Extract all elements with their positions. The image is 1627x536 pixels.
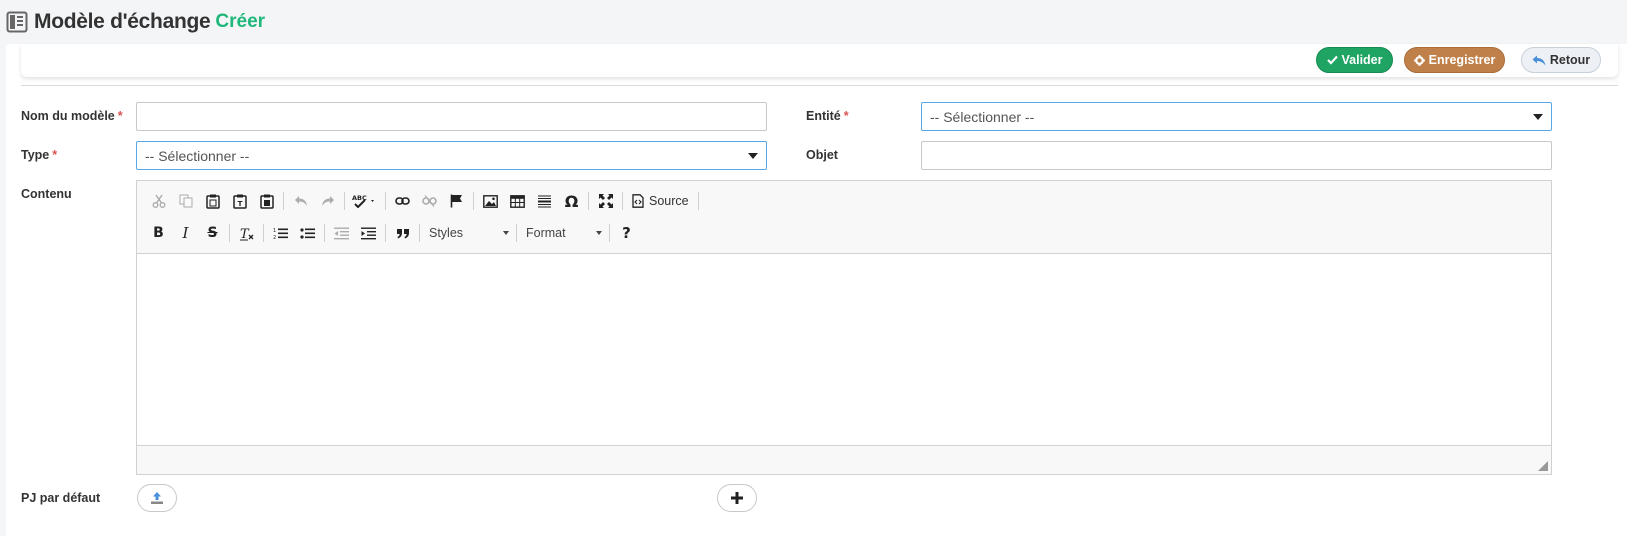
page-title: Modèle d'échange	[34, 10, 211, 33]
spellcheck-icon[interactable]: ABC	[348, 189, 382, 213]
action-toolbar: Valider Enregistrer Retour	[21, 44, 1618, 77]
styles-label: Styles	[429, 226, 464, 240]
entite-select[interactable]: -- Sélectionner --	[921, 102, 1552, 131]
toolbar-separator	[588, 192, 589, 210]
enregistrer-label: Enregistrer	[1428, 53, 1496, 67]
styles-combo[interactable]: Styles	[423, 222, 513, 244]
image-icon[interactable]	[477, 189, 504, 213]
link-icon[interactable]	[389, 189, 416, 213]
strikethrough-icon[interactable]: S	[199, 221, 226, 245]
objet-label: Objet	[806, 148, 838, 162]
check-icon	[1326, 55, 1338, 65]
toolbar-separator	[385, 224, 386, 242]
contenu-label: Contenu	[21, 187, 72, 201]
source-doc-icon	[632, 194, 644, 208]
chevron-down-icon	[503, 231, 509, 235]
add-attachment-button[interactable]	[717, 484, 757, 512]
form-card: Valider Enregistrer Retour Nom du modèle…	[6, 44, 1627, 536]
toolbar-separator	[263, 224, 264, 242]
document-list-icon	[6, 11, 28, 33]
gear-icon	[1413, 54, 1425, 66]
numbered-list-icon[interactable]: 12	[267, 221, 294, 245]
toolbar-separator	[473, 192, 474, 210]
enregistrer-button[interactable]: Enregistrer	[1404, 47, 1505, 73]
toolbar-separator	[385, 192, 386, 210]
toolbar-separator	[622, 192, 623, 210]
page-header: Modèle d'échange Créer	[0, 0, 1627, 44]
redo-icon[interactable]	[314, 189, 341, 213]
bulleted-list-icon[interactable]	[294, 221, 321, 245]
editor-content-area[interactable]	[137, 253, 1551, 446]
indent-icon[interactable]	[355, 221, 382, 245]
type-select[interactable]: -- Sélectionner --	[136, 141, 767, 170]
divider	[21, 85, 1618, 86]
source-button[interactable]: Source	[626, 189, 695, 213]
editor-toolbar-row-2: B I S T 12 Styles Format ?	[145, 220, 640, 246]
svg-text:1: 1	[273, 228, 276, 234]
valider-button[interactable]: Valider	[1316, 47, 1393, 73]
table-icon[interactable]	[504, 189, 531, 213]
maximize-icon[interactable]	[592, 189, 619, 213]
bold-icon[interactable]: B	[145, 221, 172, 245]
valider-label: Valider	[1341, 53, 1383, 67]
toolbar-separator	[516, 224, 517, 242]
cut-icon[interactable]	[145, 189, 172, 213]
svg-text:2: 2	[273, 235, 276, 240]
entite-select-value: -- Sélectionner --	[930, 108, 1035, 125]
toolbar-separator	[324, 224, 325, 242]
blockquote-icon[interactable]	[389, 221, 416, 245]
toolbar-separator	[419, 224, 420, 242]
unlink-icon[interactable]	[416, 189, 443, 213]
upload-icon	[151, 492, 163, 504]
format-label: Format	[526, 226, 566, 240]
chevron-down-icon	[748, 153, 758, 159]
resize-grip-icon[interactable]	[1538, 461, 1548, 471]
paste-word-icon[interactable]	[253, 189, 280, 213]
toolbar-separator	[609, 224, 610, 242]
toolbar-separator	[283, 192, 284, 210]
italic-icon[interactable]: I	[172, 221, 199, 245]
retour-label: Retour	[1549, 53, 1591, 67]
horizontal-rule-icon[interactable]	[531, 189, 558, 213]
objet-input[interactable]	[921, 141, 1552, 170]
reply-arrow-icon	[1532, 55, 1546, 65]
paste-icon[interactable]	[199, 189, 226, 213]
anchor-flag-icon[interactable]	[443, 189, 470, 213]
toolbar-separator	[697, 192, 699, 210]
paste-text-icon[interactable]: T	[226, 189, 253, 213]
remove-format-icon[interactable]: T	[233, 221, 260, 245]
undo-icon[interactable]	[287, 189, 314, 213]
toolbar-separator	[344, 192, 345, 210]
editor-toolbar-row-1: T ABC Ω Source	[145, 188, 702, 214]
source-label: Source	[649, 194, 689, 208]
page-subtitle: Créer	[215, 11, 266, 32]
pj-label: PJ par défaut	[21, 491, 101, 505]
rich-text-editor: T ABC Ω Source B I S T 1 2 Styles Format…	[136, 180, 1552, 475]
toolbar-separator	[229, 224, 230, 242]
type-select-value: -- Sélectionner --	[145, 147, 250, 164]
plus-icon	[731, 492, 743, 504]
type-label: Type *	[21, 148, 58, 162]
outdent-icon[interactable]	[328, 221, 355, 245]
format-combo[interactable]: Format	[520, 222, 606, 244]
copy-icon[interactable]	[172, 189, 199, 213]
upload-button[interactable]	[137, 484, 177, 512]
svg-text:T: T	[240, 227, 250, 241]
retour-button[interactable]: Retour	[1521, 47, 1601, 73]
chevron-down-icon	[1533, 114, 1543, 120]
special-char-omega-icon[interactable]: Ω	[558, 189, 585, 213]
nom-label: Nom du modèle *	[21, 109, 123, 123]
svg-text:T: T	[237, 200, 242, 208]
nom-input[interactable]	[136, 102, 767, 131]
chevron-down-icon	[596, 231, 602, 235]
entite-label: Entité *	[806, 109, 849, 123]
help-icon[interactable]: ?	[613, 221, 640, 245]
